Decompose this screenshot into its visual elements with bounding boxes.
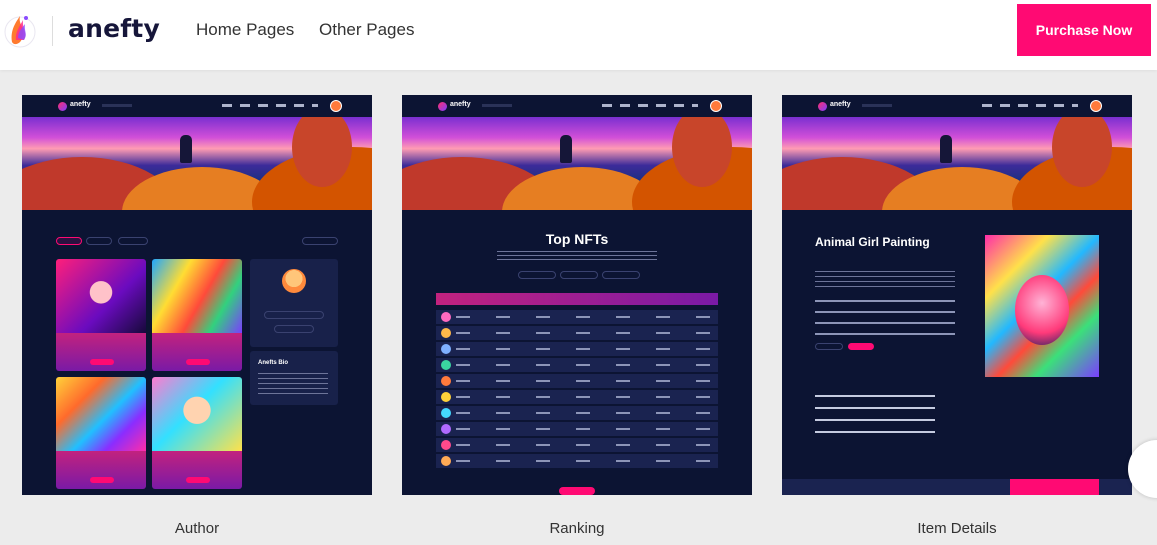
preview-card-item-details[interactable]: anefty Animal Girl Painting [782, 95, 1132, 495]
preview-navbar: anefty [402, 95, 752, 117]
anefty-logo-icon[interactable] [4, 8, 38, 56]
preview-search [482, 104, 512, 107]
table-row [436, 406, 718, 420]
preview-brand: anefty [70, 101, 91, 108]
nav-other-pages[interactable]: Other Pages [319, 20, 414, 40]
hero-figure [180, 135, 192, 163]
preview-brand: anefty [450, 101, 471, 108]
hero-figure [940, 135, 952, 163]
table-row [436, 422, 718, 436]
preview-search [862, 104, 892, 107]
author-profile-card [250, 259, 338, 347]
ranking-table-header [436, 293, 718, 305]
table-row [436, 374, 718, 388]
preview-avatar [1090, 100, 1102, 112]
item-artwork [985, 235, 1099, 377]
top-bar: anefty Home Pages Other Pages Purchase N… [0, 0, 1157, 70]
floating-action-button[interactable] [1128, 440, 1157, 498]
hero-banner [402, 117, 752, 210]
filter-pill [560, 271, 598, 279]
bio-title: Anefts Bio [258, 360, 288, 366]
nft-card [56, 377, 146, 489]
item-title: Animal Girl Painting [815, 235, 930, 249]
load-more-button [559, 487, 595, 495]
filter-pill [518, 271, 556, 279]
preview-avatar [330, 100, 342, 112]
table-row [436, 358, 718, 372]
nft-card [152, 259, 242, 371]
table-row [436, 390, 718, 404]
bio-card: Anefts Bio [250, 351, 338, 405]
nft-card [56, 259, 146, 371]
caption-ranking: Ranking [549, 520, 605, 537]
purchase-now-button[interactable]: Purchase Now [1017, 4, 1151, 56]
table-row [436, 454, 718, 468]
table-row [436, 342, 718, 356]
preview-logo-icon [438, 102, 447, 111]
preview-navbar: anefty [22, 95, 372, 117]
tab-pill [56, 237, 82, 245]
preview-avatar [710, 100, 722, 112]
preview-logo-icon [58, 102, 67, 111]
preview-brand: anefty [830, 101, 851, 108]
author-avatar [282, 269, 306, 293]
tab-pill [86, 237, 112, 245]
ranking-title: Top NFTs [545, 231, 609, 247]
preview-navbar: anefty [782, 95, 1132, 117]
logo-divider [52, 16, 53, 46]
hero-banner [22, 117, 372, 210]
tab-pill [118, 237, 148, 245]
caption-item-details: Item Details [917, 520, 997, 537]
nft-card [152, 377, 242, 489]
preview-card-author[interactable]: anefty Anefts Bio [22, 95, 372, 495]
preview-search [102, 104, 132, 107]
preview-card-ranking[interactable]: anefty Top NFTs [402, 95, 752, 495]
table-row [436, 326, 718, 340]
preview-nav-links [222, 104, 318, 107]
caption-author: Author [174, 520, 220, 537]
preview-nav-links [602, 104, 698, 107]
hero-banner [782, 117, 1132, 210]
preview-nav-links [982, 104, 1078, 107]
table-row [436, 310, 718, 324]
table-row [436, 438, 718, 452]
filter-pill [602, 271, 640, 279]
brand-name[interactable]: anefty [68, 14, 160, 43]
hero-figure [560, 135, 572, 163]
preview-logo-icon [818, 102, 827, 111]
filter-pill [302, 237, 338, 245]
nav-home-pages[interactable]: Home Pages [196, 20, 294, 40]
